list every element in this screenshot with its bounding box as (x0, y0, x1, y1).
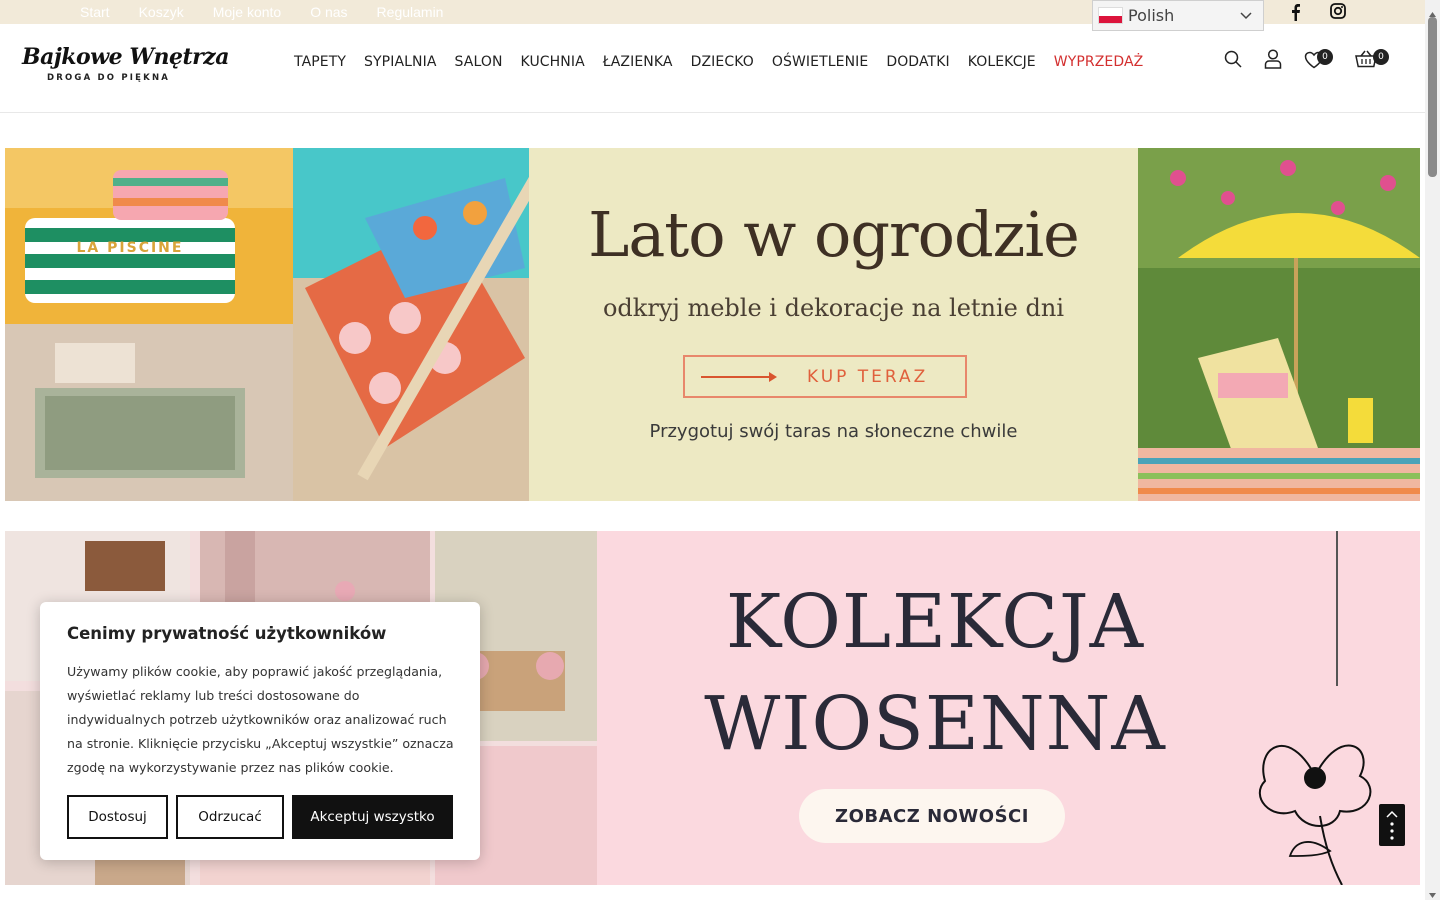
banner-note: Przygotuj swój taras na słoneczne chwile (649, 421, 1018, 442)
cookie-title: Cenimy prywatność użytkowników (67, 624, 387, 643)
nav-item-dziecko[interactable]: DZIECKO (691, 54, 754, 70)
page: Start Koszyk Moje konto O nas Regulamin … (0, 0, 1440, 900)
nav-item-kuchnia[interactable]: KUCHNIA (521, 54, 585, 70)
top-link-terms[interactable]: Regulamin (377, 4, 444, 20)
collection-title-line1: KOLEKCJA (725, 579, 1145, 665)
nav-item-wyprzedaz[interactable]: WYPRZEDAŻ (1054, 54, 1144, 70)
back-to-top-button[interactable] (1379, 804, 1405, 846)
top-links: Start Koszyk Moje konto O nas Regulamin (80, 4, 443, 20)
top-link-about[interactable]: O nas (310, 4, 347, 20)
cushion-print: LA PISCINE (77, 240, 184, 256)
top-link-start[interactable]: Start (80, 4, 110, 20)
top-link-account[interactable]: Moje konto (213, 4, 281, 20)
accept-all-button[interactable]: Akceptuj wszystko (292, 795, 453, 839)
summer-cushions-collage-image: LA PISCINE (5, 148, 529, 501)
nav-item-tapety[interactable]: TAPETY (294, 54, 346, 70)
user-icon[interactable] (1264, 49, 1282, 73)
scrollbar-thumb[interactable] (1428, 17, 1437, 177)
shop-now-button[interactable]: KUP TERAZ (683, 355, 967, 398)
chevron-down-icon (1239, 7, 1253, 26)
reject-button[interactable]: Odrzucać (176, 795, 284, 839)
garden-deckchair-image (1138, 148, 1420, 501)
language-label: Polish (1128, 6, 1175, 25)
nav-item-lazienka[interactable]: ŁAZIENKA (603, 54, 673, 70)
scroll-down-arrow-icon[interactable] (1428, 884, 1437, 900)
logo-name: Bajkowe Wnętrza (22, 44, 230, 70)
banner-title: Lato w ogrodzie (588, 198, 1080, 271)
site-header: Bajkowe Wnętrza DROGA DO PIĘKNA TAPETY S… (0, 24, 1425, 113)
main-nav: TAPETY SYPIALNIA SALON KUCHNIA ŁAZIENKA … (294, 54, 1143, 70)
shop-now-label: KUP TERAZ (807, 367, 929, 387)
collection-title-line2: WIOSENNA (704, 681, 1166, 767)
logo-tagline: DROGA DO PIĘKNA (47, 73, 171, 83)
chevron-up-icon (1386, 810, 1398, 840)
arrow-right-icon (701, 372, 777, 382)
nav-item-dodatki[interactable]: DODATKI (886, 54, 949, 70)
see-new-button[interactable]: ZOBACZ NOWOŚCI (799, 789, 1065, 843)
cookie-consent-dialog: Cenimy prywatność użytkowników Używamy p… (40, 602, 480, 860)
decorative-line (1336, 531, 1338, 686)
nav-item-oswietlenie[interactable]: OŚWIETLENIE (772, 54, 868, 70)
page-scrollbar[interactable] (1425, 0, 1440, 900)
nav-item-sypialnia[interactable]: SYPIALNIA (364, 54, 436, 70)
cart-count-badge: 0 (1373, 49, 1389, 65)
top-link-cart[interactable]: Koszyk (139, 4, 184, 20)
wishlist-count-badge: 0 (1317, 49, 1333, 65)
search-icon[interactable] (1224, 50, 1242, 72)
nav-item-salon[interactable]: SALON (455, 54, 503, 70)
instagram-icon[interactable] (1330, 3, 1346, 23)
poland-flag-icon (1098, 7, 1123, 24)
poppy-flower-illustration (1258, 744, 1372, 885)
language-select[interactable]: Polish (1092, 0, 1264, 31)
logo[interactable]: Bajkowe Wnętrza DROGA DO PIĘKNA (22, 44, 230, 83)
cookie-text: Używamy plików cookie, aby poprawić jako… (67, 664, 454, 775)
customize-button[interactable]: Dostosuj (67, 795, 168, 839)
see-new-label: ZOBACZ NOWOŚCI (835, 805, 1029, 827)
banner-subtitle: odkryj meble i dekoracje na letnie dni (602, 294, 1065, 322)
summer-garden-banner[interactable]: LA PISCINE Lato w ogrodzie odkryj meble … (5, 148, 1420, 501)
nav-item-kolekcje[interactable]: KOLEKCJE (968, 54, 1036, 70)
facebook-icon[interactable] (1288, 3, 1302, 25)
